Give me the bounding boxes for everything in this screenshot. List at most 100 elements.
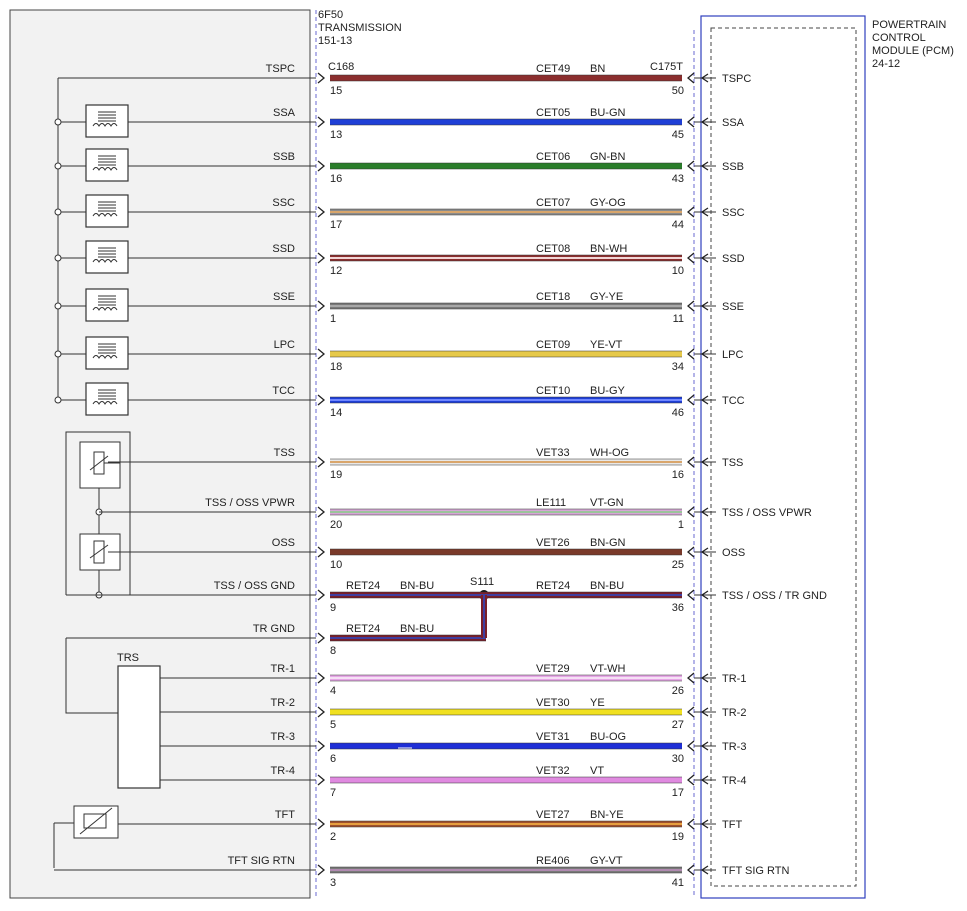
right-pin-number: 34 <box>672 361 684 373</box>
right-signal-label: TR-1 <box>722 673 746 685</box>
left-pin-number: 13 <box>330 129 342 141</box>
connector-arrow-right <box>686 774 695 786</box>
wire-vet33 <box>330 458 682 466</box>
connector-arrow-left <box>317 864 326 876</box>
right-pin-number: 36 <box>672 602 684 614</box>
color-code: BN-GN <box>590 537 626 549</box>
left-pin-number: 17 <box>330 219 342 231</box>
circuit-id: CET10 <box>536 385 570 397</box>
right-pin-number: 50 <box>672 85 684 97</box>
left-pin-number: 14 <box>330 407 342 419</box>
right-signal-label: LPC <box>722 349 743 361</box>
transmission-title-line3: 151-13 <box>318 35 352 47</box>
connector-arrow-right <box>686 672 695 684</box>
left-signal-label: TCC <box>272 385 295 397</box>
connector-arrow-right <box>686 740 695 752</box>
right-signal-label: TSS <box>722 457 743 469</box>
trs-label: TRS <box>117 652 139 664</box>
right-pin-number: 16 <box>672 469 684 481</box>
right-pin-number: 44 <box>672 219 684 231</box>
color-code: BN-BU <box>400 623 434 635</box>
right-pin-number: 17 <box>672 787 684 799</box>
connector-arrow-left <box>317 160 326 172</box>
circuit-id: VET31 <box>536 731 570 743</box>
connector-arrow-left <box>317 252 326 264</box>
right-pin-number: 25 <box>672 559 684 571</box>
connector-arrow-right <box>686 116 695 128</box>
right-signal-label: TR-3 <box>722 741 746 753</box>
color-code: VT-GN <box>590 497 624 509</box>
connector-arrow-right <box>686 456 695 468</box>
left-signal-label: TSS / OSS GND <box>214 580 295 592</box>
wiring-diagram: 6F50 TRANSMISSION 151-13 POWERTRAIN CONT… <box>9 9 954 899</box>
connector-arrow-right <box>686 864 695 876</box>
wire-cet06 <box>330 162 682 170</box>
left-signal-label: TSS / OSS VPWR <box>205 497 295 509</box>
left-signal-label: SSE <box>273 291 295 303</box>
wire-cet10 <box>330 396 682 404</box>
left-pin-number: 9 <box>330 602 336 614</box>
pcm-connector-id: C175T <box>650 61 683 73</box>
circuit-id: RET24 <box>536 580 570 592</box>
connector-arrow-left <box>317 632 326 644</box>
connector-arrow-left <box>317 740 326 752</box>
left-signal-label: TSS <box>274 447 295 459</box>
right-signal-label: TSPC <box>722 73 751 85</box>
circuit-id: CET06 <box>536 151 570 163</box>
transmission-connector-id: C168 <box>328 61 354 73</box>
circuit-id: CET07 <box>536 197 570 209</box>
circuit-id: CET18 <box>536 291 570 303</box>
left-pin-number: 4 <box>330 685 336 697</box>
connector-arrow-right <box>686 252 695 264</box>
circuit-id: VET29 <box>536 663 570 675</box>
right-pin-number: 26 <box>672 685 684 697</box>
splice-label: S111 <box>470 576 494 588</box>
color-code: GY-OG <box>590 197 626 209</box>
connector-arrow-left <box>317 506 326 518</box>
left-signal-label: LPC <box>274 339 295 351</box>
color-code: BN-WH <box>590 243 627 255</box>
wire-cet05 <box>330 118 682 126</box>
right-signal-label: OSS <box>722 547 745 559</box>
wire-vet30 <box>330 708 682 716</box>
trs-switch-icon <box>117 665 161 789</box>
right-signal-label: TCC <box>722 395 745 407</box>
connector-arrow-right <box>686 546 695 558</box>
pcm-title-line3: MODULE (PCM) <box>872 45 954 57</box>
connector-arrow-left <box>317 456 326 468</box>
connector-arrow-left <box>317 348 326 360</box>
left-signal-label: TR-4 <box>271 765 295 777</box>
wire-le111 <box>330 508 682 516</box>
connector-arrow-right <box>686 589 695 601</box>
right-pin-number: 41 <box>672 877 684 889</box>
circuit-id: VET27 <box>536 809 570 821</box>
right-pin-number: 11 <box>673 313 684 325</box>
circuit-id: CET49 <box>536 63 570 75</box>
right-pin-number: 43 <box>672 173 684 185</box>
tss-sensor-icon <box>79 441 121 489</box>
color-code: YE-VT <box>590 339 623 351</box>
color-code: GN-BN <box>590 151 626 163</box>
circuit-id-left: RET24 <box>346 580 380 592</box>
connector-arrow-left <box>317 546 326 558</box>
left-pin-number: 2 <box>330 831 336 843</box>
left-signal-label: TR-1 <box>271 663 295 675</box>
color-code: BN <box>590 63 605 75</box>
connector-arrow-left <box>317 394 326 406</box>
right-signal-label: SSC <box>722 207 745 219</box>
right-pin-number: 27 <box>672 719 684 731</box>
wire-vet29 <box>330 674 682 682</box>
left-signal-label: TSPC <box>266 63 295 75</box>
connector-arrow-left <box>317 672 326 684</box>
connector-arrow-right <box>686 348 695 360</box>
left-pin-number: 19 <box>330 469 342 481</box>
left-signal-label: TR-2 <box>271 697 295 709</box>
right-signal-label: SSA <box>722 117 745 129</box>
right-pin-number: 1 <box>678 519 684 531</box>
circuit-id: CET05 <box>536 107 570 119</box>
left-signal-label: TR GND <box>253 623 295 635</box>
connector-arrow-left <box>317 774 326 786</box>
left-pin-number: 6 <box>330 753 336 765</box>
right-signal-label: SSB <box>722 161 744 173</box>
left-signal-label: SSC <box>272 197 295 209</box>
